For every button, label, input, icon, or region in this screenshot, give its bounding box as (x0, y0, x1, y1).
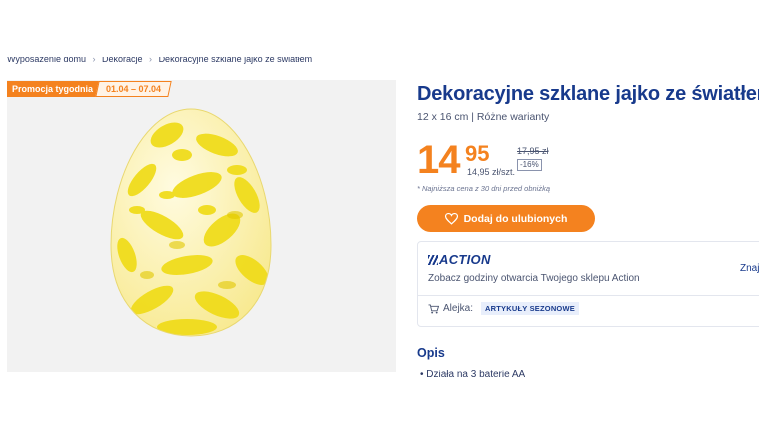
description-item: • Działa na 3 baterie AA (420, 370, 526, 380)
breadcrumb-separator-icon: › (149, 57, 153, 64)
store-info-box: ACTION Zobacz godziny otwarcia Twojego s… (417, 241, 759, 327)
logo-stripes-icon (428, 255, 438, 265)
bottom-blank-area (0, 380, 759, 443)
product-subtitle: 12 x 16 cm | Różne warianty (417, 111, 550, 123)
price-integer: 14 (417, 138, 460, 182)
promo-dates: 01.04 – 07.04 (95, 81, 172, 97)
old-price: 17,95 zł (517, 146, 549, 156)
product-title: Dekoracyjne szklane jajko ze światłem (417, 83, 759, 105)
aisle-label: Alejka: (443, 303, 474, 314)
add-to-favorites-label: Dodaj do ulubionych (463, 212, 568, 225)
add-to-favorites-button[interactable]: Dodaj do ulubionych (417, 205, 595, 232)
breadcrumb: Wyposażenie domu › Dekoracje › Dekoracyj… (7, 57, 312, 66)
breadcrumb-item-current: Dekoracyjne szklane jajko ze światłem (158, 57, 313, 64)
description-heading: Opis (417, 346, 445, 360)
price: 14 95 (417, 138, 489, 182)
divider (418, 295, 759, 296)
heart-icon (444, 212, 458, 225)
cart-icon (428, 303, 439, 314)
aisle-tag: ARTYKUŁY SEZONOWE (481, 302, 579, 315)
aisle-info: Alejka: ARTYKUŁY SEZONOWE (428, 302, 579, 315)
find-store-link[interactable]: Znaj (740, 263, 759, 274)
price-decimal: 95 (465, 141, 490, 166)
breadcrumb-separator-icon: › (92, 57, 96, 64)
discount-badge: -16% (517, 159, 542, 171)
store-hours-text: Zobacz godziny otwarcia Twojego sklepu A… (428, 273, 640, 284)
promo-badge: Promocja tygodnia 01.04 – 07.04 (7, 81, 172, 97)
action-logo: ACTION (428, 252, 491, 267)
unit-price: 14,95 zł/szt. (467, 167, 516, 177)
promo-label: Promocja tygodnia (7, 81, 101, 97)
breadcrumb-item-decorations[interactable]: Dekoracje (102, 57, 143, 64)
breadcrumb-item-home[interactable]: Wyposażenie domu (7, 57, 86, 64)
glass-egg-image (110, 108, 272, 337)
lowest-price-note: * Najniższa cena z 30 dni przed obniżką (417, 184, 550, 193)
product-image[interactable] (7, 80, 396, 372)
top-blank-area (0, 0, 759, 47)
